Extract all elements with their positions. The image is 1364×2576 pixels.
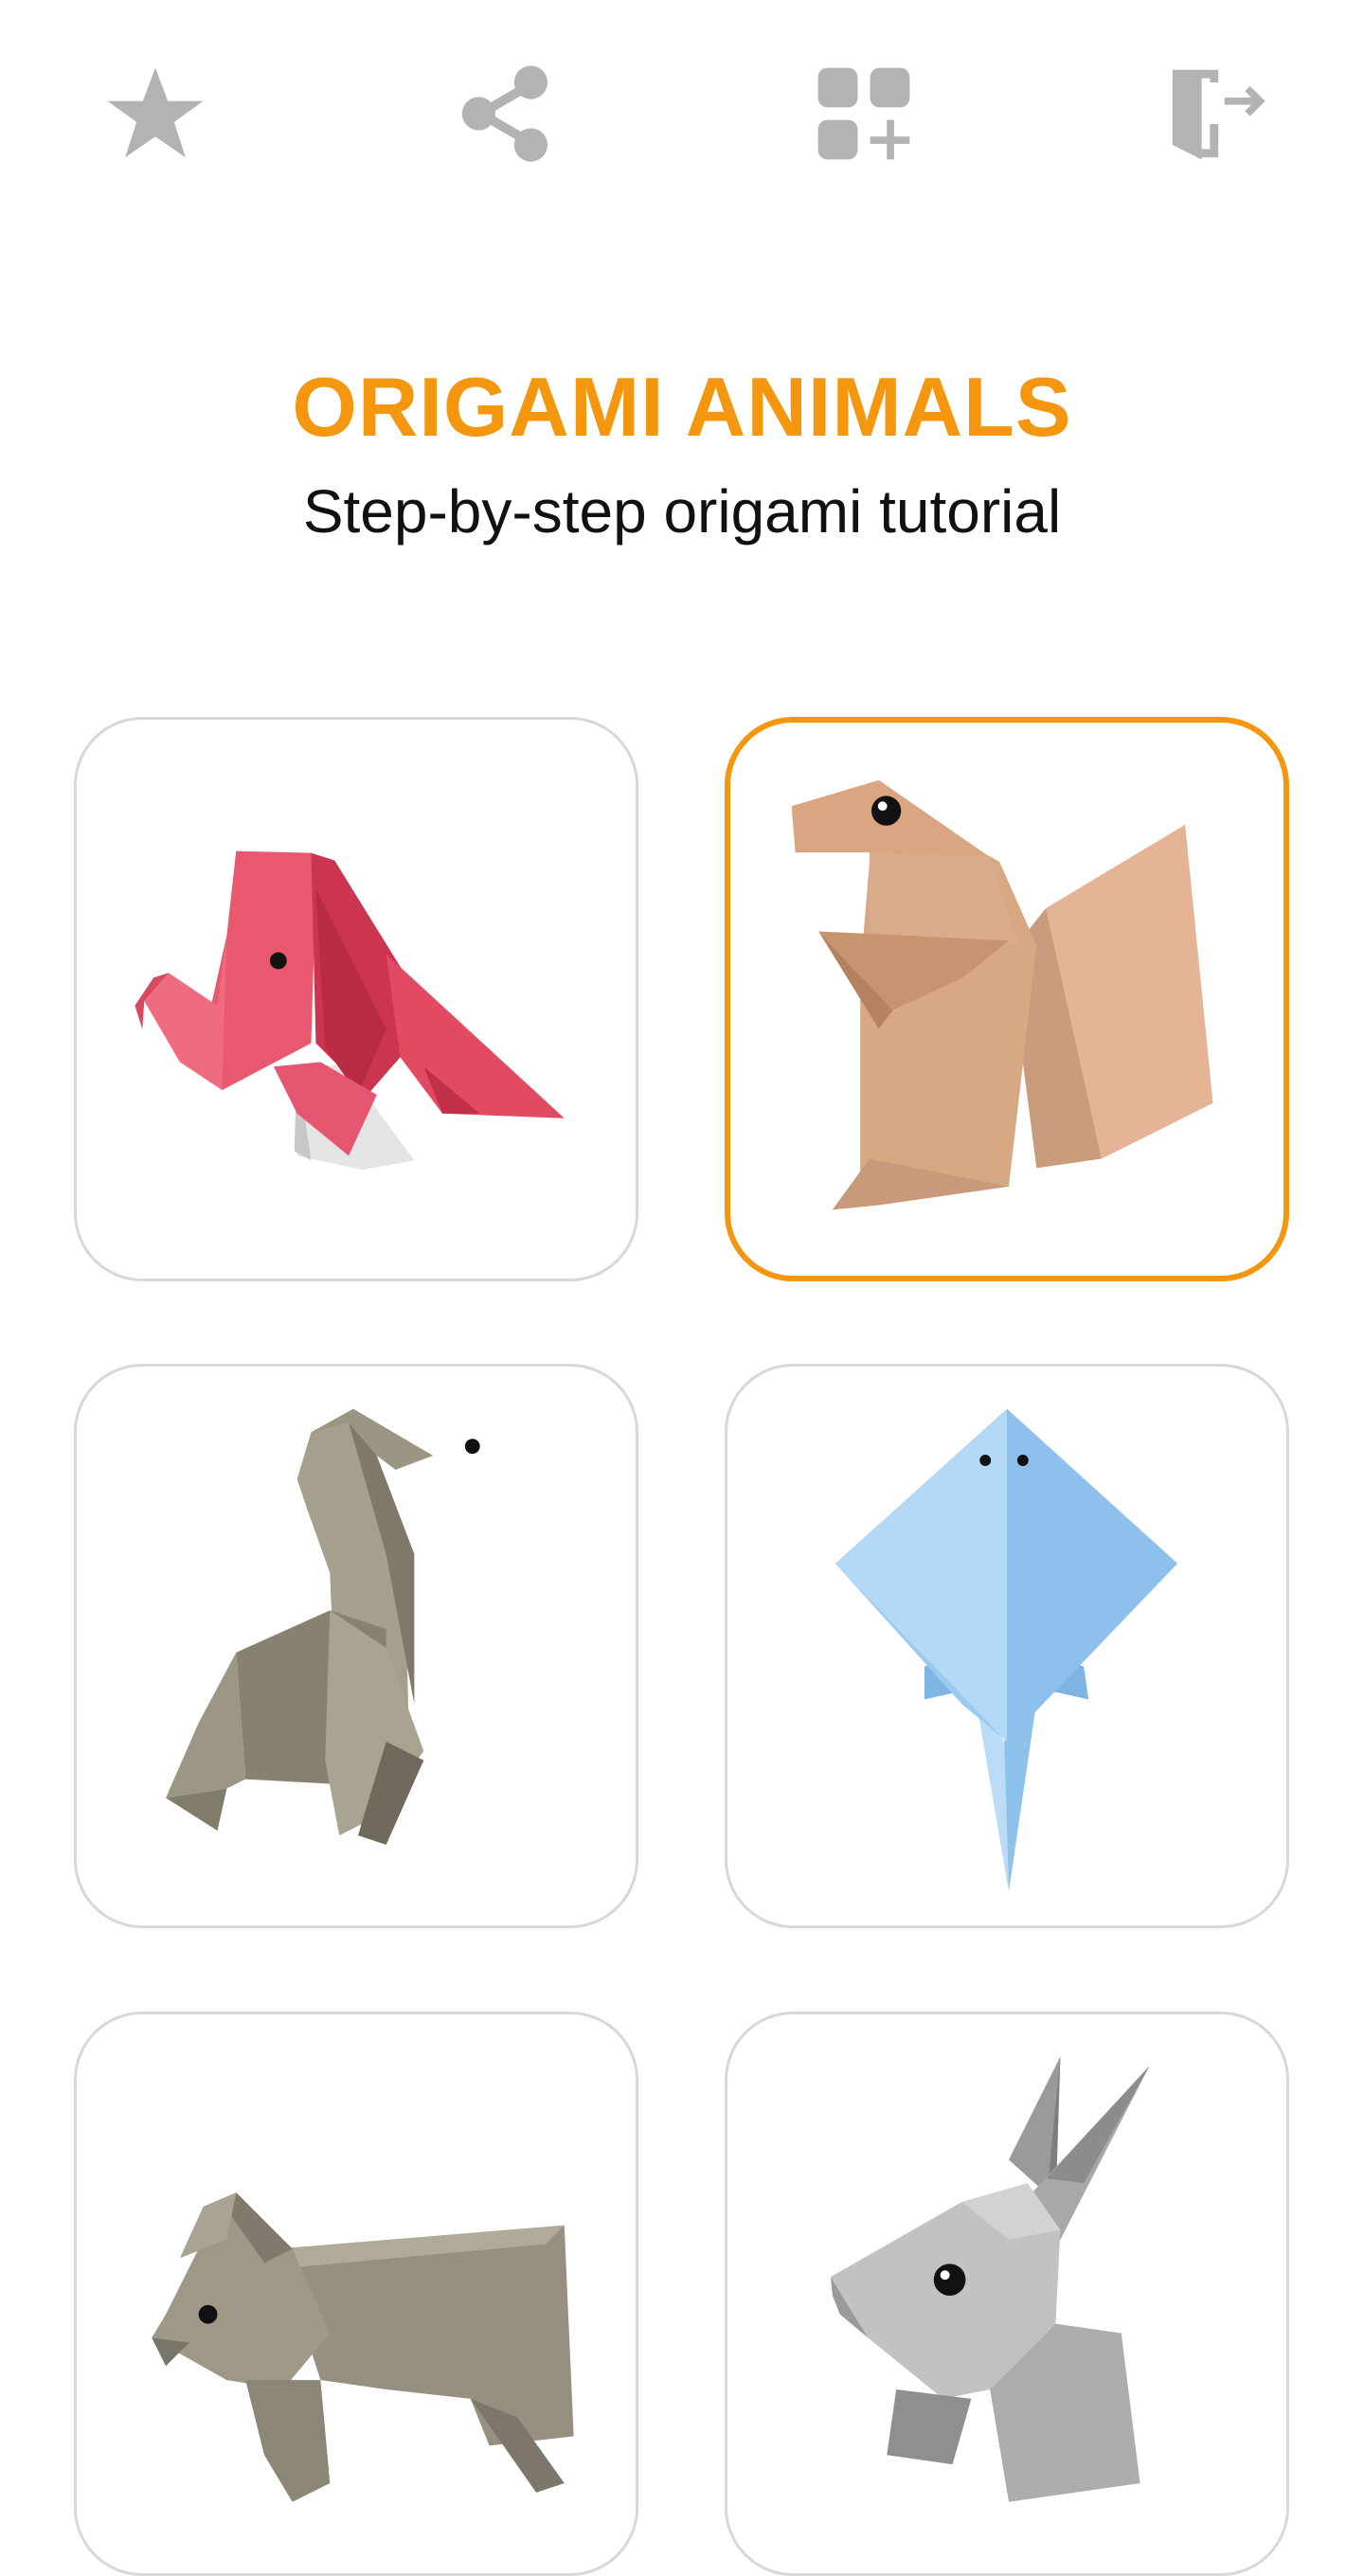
card-stingray[interactable] (725, 1364, 1289, 1928)
exit-button[interactable] (1159, 57, 1273, 170)
share-icon (461, 65, 547, 162)
origami-stingray-icon (835, 1408, 1178, 1892)
origami-dog-icon (152, 2192, 574, 2502)
card-elephant[interactable] (74, 717, 638, 1281)
header: ORIGAMI ANIMALS Step-by-step origami tut… (0, 350, 1364, 559)
exit-door-icon (1172, 69, 1265, 160)
app-title: ORIGAMI ANIMALS (292, 360, 1072, 454)
card-rabbit[interactable] (725, 2012, 1289, 2576)
rate-button[interactable] (99, 57, 212, 170)
top-toolbar (0, 0, 1364, 227)
origami-camel-icon (166, 1408, 480, 1845)
app-subtitle: Step-by-step origami tutorial (302, 477, 1062, 546)
share-button[interactable] (449, 57, 563, 170)
origami-elephant-icon (135, 850, 565, 1171)
card-camel[interactable] (74, 1364, 638, 1928)
more-apps-button[interactable] (807, 57, 921, 170)
star-icon (107, 67, 204, 158)
origami-squirrel-icon (791, 779, 1213, 1210)
apps-add-icon (817, 67, 910, 160)
card-squirrel[interactable] (725, 717, 1289, 1281)
origami-rabbit-icon (830, 2056, 1150, 2502)
card-dog[interactable] (74, 2012, 638, 2576)
